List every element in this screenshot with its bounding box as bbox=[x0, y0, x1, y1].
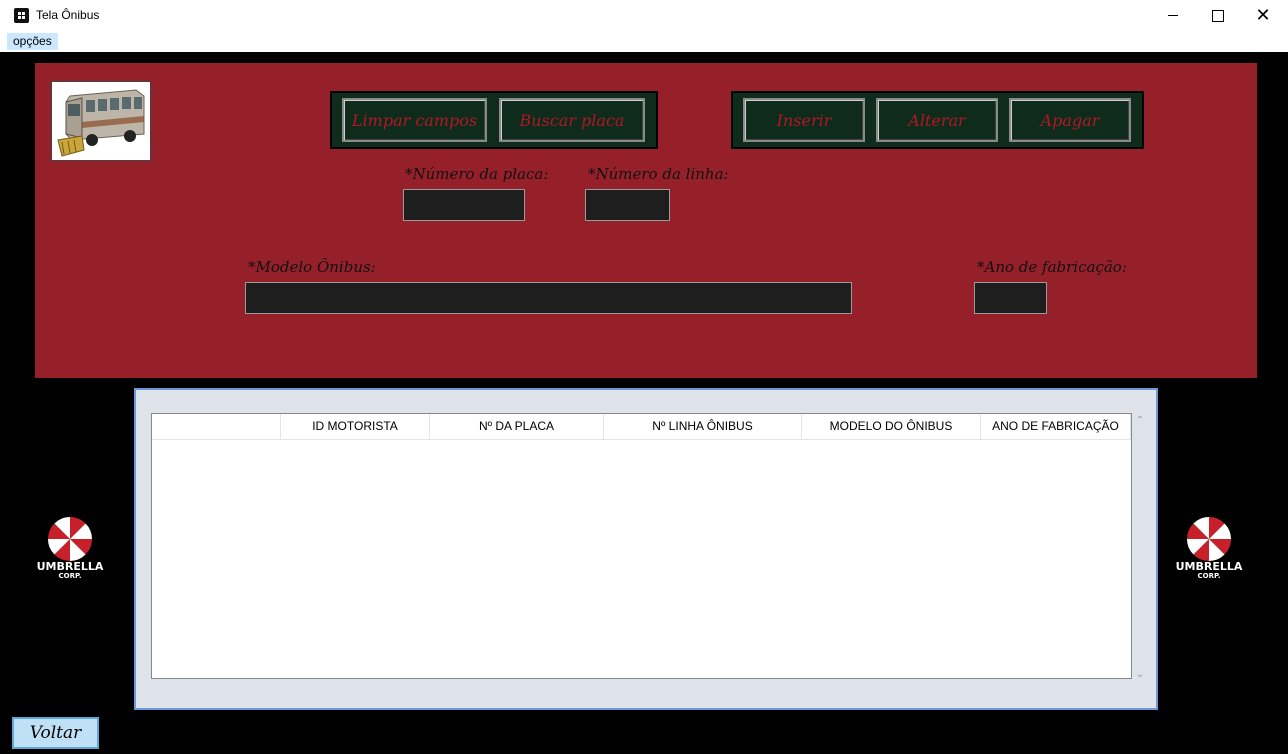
app-icon bbox=[14, 8, 29, 23]
form-panel: Limpar campos Buscar placa Inserir Alter… bbox=[35, 63, 1257, 378]
clear-fields-button[interactable]: Limpar campos bbox=[342, 98, 487, 142]
column-header-line[interactable]: Nº LINHA ÔNIBUS bbox=[604, 414, 802, 439]
search-plate-button[interactable]: Buscar placa bbox=[499, 98, 645, 142]
bus-image bbox=[51, 81, 151, 161]
title-bar: Tela Ônibus ✕ bbox=[0, 0, 1288, 32]
scroll-down-icon[interactable]: ⌄ bbox=[1136, 669, 1144, 680]
column-header-plate[interactable]: Nº DA PLACA bbox=[430, 414, 604, 439]
line-number-field[interactable] bbox=[585, 189, 670, 221]
menu-bar: opções bbox=[0, 31, 1288, 52]
update-button[interactable]: Alterar bbox=[876, 98, 998, 142]
column-header-driver-id[interactable]: ID MOTORISTA bbox=[281, 414, 430, 439]
bus-table[interactable]: ID MOTORISTA Nº DA PLACA Nº LINHA ÔNIBUS… bbox=[151, 413, 1132, 679]
manufacture-year-label: *Ano de fabricação: bbox=[977, 258, 1127, 276]
manufacture-year-field[interactable] bbox=[974, 282, 1047, 314]
scroll-up-icon[interactable]: ⌃ bbox=[1136, 415, 1144, 426]
table-header: ID MOTORISTA Nº DA PLACA Nº LINHA ÔNIBUS… bbox=[152, 414, 1131, 440]
bus-icon bbox=[52, 82, 150, 160]
maximize-button[interactable] bbox=[1195, 0, 1241, 31]
back-button[interactable]: Voltar bbox=[12, 717, 99, 749]
umbrella-icon bbox=[1187, 517, 1231, 561]
vertical-scrollbar[interactable]: ⌃ ⌄ bbox=[1133, 413, 1150, 686]
bus-model-field[interactable] bbox=[245, 282, 852, 314]
close-button[interactable]: ✕ bbox=[1240, 0, 1286, 31]
plate-number-field[interactable] bbox=[403, 189, 525, 221]
umbrella-logo-right: UMBRELLA CORP. bbox=[1169, 516, 1249, 586]
column-header-model[interactable]: MODELO DO ÔNIBUS bbox=[802, 414, 981, 439]
plate-number-label: *Número da placa: bbox=[405, 165, 549, 183]
column-header-blank[interactable] bbox=[152, 414, 281, 439]
menu-opcoes[interactable]: opções bbox=[7, 33, 58, 50]
window-title: Tela Ônibus bbox=[36, 8, 100, 22]
minimize-button[interactable] bbox=[1150, 0, 1196, 31]
line-number-label: *Número da linha: bbox=[588, 165, 729, 183]
search-button-group: Limpar campos Buscar placa bbox=[330, 91, 658, 149]
delete-button[interactable]: Apagar bbox=[1009, 98, 1131, 142]
logo-sub-text: CORP. bbox=[58, 572, 82, 580]
umbrella-logo-left: UMBRELLA CORP. bbox=[30, 516, 110, 586]
crud-button-group: Inserir Alterar Apagar bbox=[731, 91, 1144, 149]
column-header-year[interactable]: ANO DE FABRICAÇÃO bbox=[981, 414, 1131, 439]
logo-sub-text: CORP. bbox=[1197, 572, 1221, 580]
bus-model-label: *Modelo Ônibus: bbox=[248, 258, 376, 276]
insert-button[interactable]: Inserir bbox=[743, 98, 865, 142]
umbrella-icon bbox=[48, 517, 92, 561]
table-panel: ID MOTORISTA Nº DA PLACA Nº LINHA ÔNIBUS… bbox=[134, 388, 1158, 710]
